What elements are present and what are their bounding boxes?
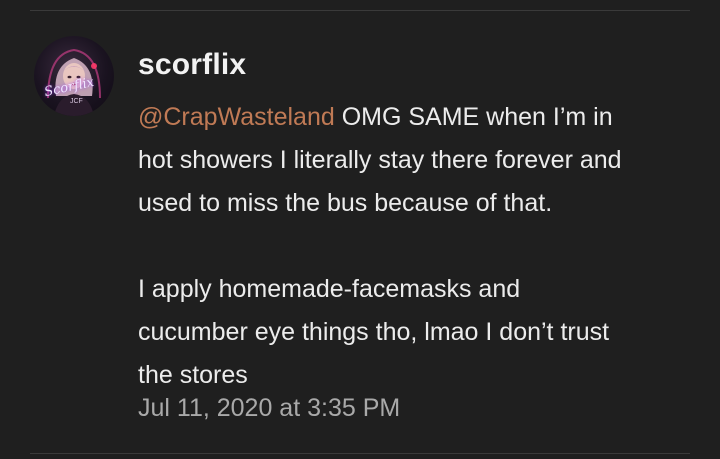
comment-line: the stores: [138, 361, 248, 389]
comment-line: I apply homemade-facemasks and: [138, 275, 521, 303]
comment-timestamp: Jul 11, 2020 at 3:35 PM: [138, 394, 401, 422]
avatar-subtext: JCF: [70, 98, 83, 105]
avatar[interactable]: Scorflix JCF: [34, 36, 114, 116]
comment-line: used to miss the bus because of that.: [138, 189, 553, 217]
comment-author[interactable]: scorflix: [138, 48, 246, 82]
comment-line: hot showers I literally stay there forev…: [138, 146, 622, 174]
top-divider: [30, 10, 690, 11]
comment-line: cucumber eye things tho, lmao I don’t tr…: [138, 318, 610, 346]
comment-line: @CrapWasteland OMG SAME when I’m in: [138, 96, 698, 139]
bottom-divider: [30, 453, 690, 454]
comment-body: @CrapWasteland OMG SAME when I’m in hot …: [138, 96, 698, 397]
comment-text: OMG SAME when I’m in: [334, 103, 613, 131]
user-mention-link[interactable]: @CrapWasteland: [138, 103, 335, 131]
